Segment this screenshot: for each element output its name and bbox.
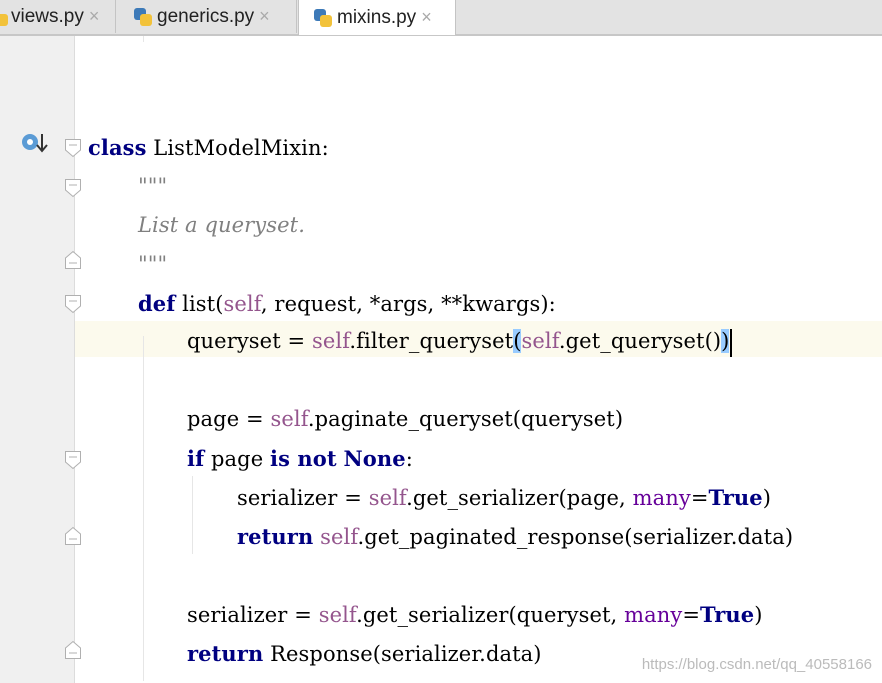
python-file-icon xyxy=(0,7,9,27)
close-tab-icon[interactable]: × xyxy=(259,6,270,27)
tab-label: generics.py xyxy=(157,5,255,27)
code-line-return-paginated[interactable]: return self.get_paginated_response(seria… xyxy=(237,517,793,556)
editor-tab-bar: views.py × generics.py × mixins.py × xyxy=(0,0,882,36)
tab-mixins-py[interactable]: mixins.py × xyxy=(298,0,456,35)
watermark: https://blog.csdn.net/qq_40558166 xyxy=(641,656,872,673)
fold-toggle-icon[interactable] xyxy=(64,450,82,470)
close-tab-icon[interactable]: × xyxy=(89,6,100,27)
code-line-docstring-text[interactable]: List a queryset. xyxy=(138,206,305,245)
indent-guide xyxy=(192,476,193,554)
code-line-def-list[interactable]: def list(self, request, *args, **kwargs)… xyxy=(138,284,556,323)
docstring: List a queryset. xyxy=(138,213,305,237)
docstring: """ xyxy=(138,174,168,198)
code-line-page[interactable]: page = self.paginate_queryset(queryset) xyxy=(187,400,623,439)
tab-generics-py[interactable]: generics.py × xyxy=(117,0,297,33)
code-line-serializer-page[interactable]: serializer = self.get_serializer(page, m… xyxy=(237,478,771,517)
indent-guide xyxy=(143,336,144,681)
code-line-class-def[interactable]: class ListModelMixin: xyxy=(88,128,329,167)
code-line-if-page[interactable]: if page is not None: xyxy=(187,439,413,478)
fold-end-icon[interactable] xyxy=(64,526,82,546)
code-line-return-response[interactable]: return Response(serializer.data) xyxy=(187,634,542,673)
text-cursor xyxy=(730,328,733,357)
brace-match-highlight: ) xyxy=(721,329,730,353)
python-file-icon xyxy=(313,8,333,28)
tab-label: mixins.py xyxy=(337,6,417,28)
tab-views-py[interactable]: views.py × xyxy=(0,0,116,33)
code-line-serializer-queryset[interactable]: serializer = self.get_serializer(queryse… xyxy=(187,595,763,634)
keyword: class xyxy=(88,135,147,160)
fold-toggle-icon[interactable] xyxy=(64,138,82,158)
override-marker-icon[interactable] xyxy=(20,132,50,158)
code-line-docstring-open[interactable]: """ xyxy=(138,167,167,206)
python-file-icon xyxy=(133,7,153,27)
close-tab-icon[interactable]: × xyxy=(421,7,432,28)
fold-toggle-icon[interactable] xyxy=(64,178,82,198)
tab-label: views.py xyxy=(11,5,84,27)
docstring: """ xyxy=(138,252,168,276)
fold-end-icon[interactable] xyxy=(64,250,82,270)
indent-guide xyxy=(143,36,144,42)
fold-toggle-icon[interactable] xyxy=(64,294,82,314)
code-line-docstring-close[interactable]: """ xyxy=(138,245,167,284)
code-line-queryset[interactable]: queryset = self.filter_queryset(self.get… xyxy=(187,322,733,361)
fold-end-icon[interactable] xyxy=(64,640,82,660)
code-editor[interactable]: class ListModelMixin: """ List a queryse… xyxy=(0,36,882,683)
